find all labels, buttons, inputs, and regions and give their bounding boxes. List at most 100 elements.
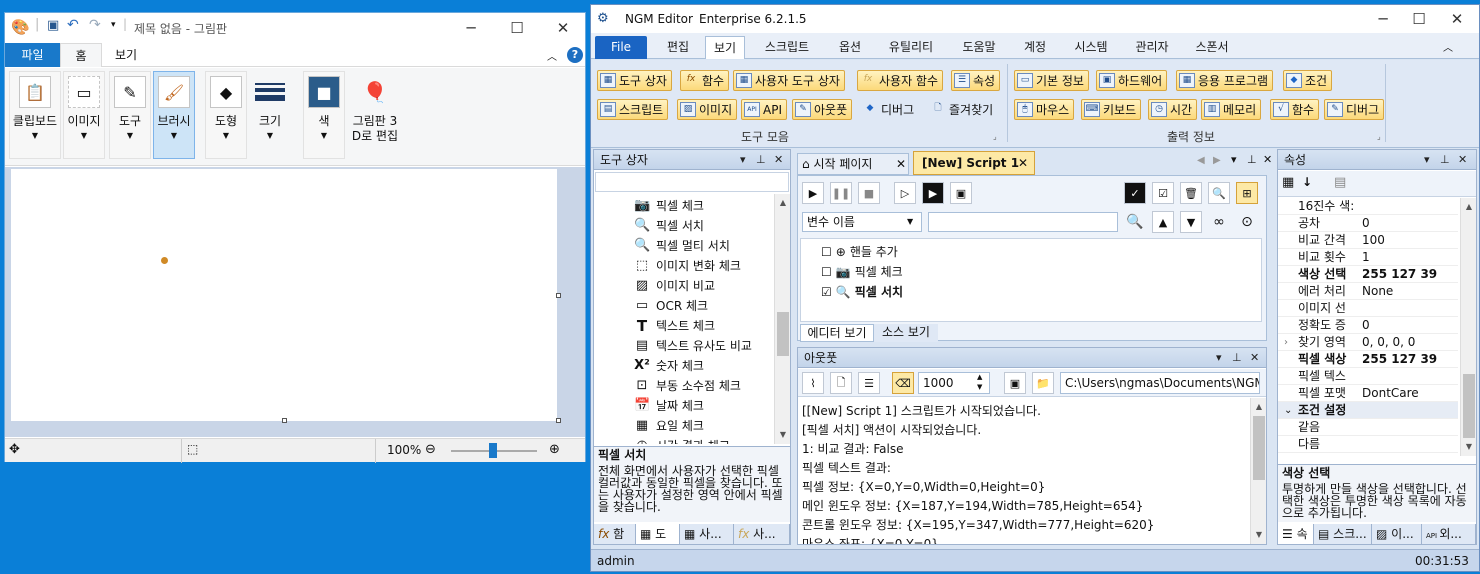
tab-file[interactable]: 파일 (5, 43, 60, 67)
zoom-icon[interactable]: 🔍 (1208, 182, 1230, 204)
resize-handle-right[interactable] (556, 293, 561, 298)
favorites-button[interactable]: 🗋 즐겨찾기 (927, 99, 998, 120)
properties-bottom-tab[interactable]: ☰ 속 (1278, 524, 1314, 544)
menu-utility[interactable]: 유틸리티 (879, 36, 943, 59)
eraser-icon[interactable]: ⌫ (892, 372, 914, 394)
toolbox-item[interactable]: 📅 날짜 체크 (634, 396, 704, 416)
output-dropdown-icon[interactable]: ▾ (1216, 348, 1222, 368)
menu-view[interactable]: 보기 (705, 36, 745, 59)
properties-pin-icon[interactable]: ⊥ (1440, 150, 1450, 170)
close-start-tab-icon[interactable]: ✕ (896, 154, 906, 174)
toolbox-item[interactable]: ⬚ 이미지 변화 체크 (634, 256, 741, 276)
toolbox-bottom-tab[interactable]: ▦ 사... (680, 524, 734, 544)
ngm-collapse-ribbon-icon[interactable]: ︿ (1443, 39, 1453, 54)
property-row[interactable]: 다름 (1278, 436, 1458, 453)
properties-close-icon[interactable]: ✕ (1458, 150, 1467, 170)
tab-start-page[interactable]: ⌂ 시작 페이지 ✕ (797, 153, 909, 175)
user-toolbox-button[interactable]: ▦ 사용자 도구 상자 (733, 70, 845, 91)
minimize-button[interactable]: ─ (449, 13, 493, 43)
toolbox-item[interactable]: T 텍스트 체크 (634, 316, 715, 336)
menu-account[interactable]: 계정 (1015, 36, 1055, 59)
property-row[interactable]: 이미지 선 (1278, 300, 1458, 317)
toolbox-bottom-tab[interactable]: fx 함 (594, 524, 636, 544)
maximize-button[interactable]: ☐ (495, 13, 539, 43)
resize-handle-corner[interactable] (556, 418, 561, 423)
hardware-button[interactable]: ▣ 하드웨어 (1096, 70, 1168, 91)
step-icon[interactable]: ▷ (894, 182, 916, 204)
clipboard-button[interactable]: 📋 클립보드 ▼ (9, 71, 61, 159)
output-save-icon[interactable]: ▣ (1004, 372, 1026, 394)
check-icon[interactable]: ☑ (1152, 182, 1174, 204)
property-row[interactable]: 공차 0 (1278, 215, 1458, 232)
toolbox-pin-icon[interactable]: ⊥ (756, 150, 766, 170)
condition-button[interactable]: ◆ 조건 (1283, 70, 1333, 91)
toolbox-item[interactable]: 📷 픽셀 체크 (634, 196, 704, 216)
ngm-close-button[interactable]: ✕ (1435, 5, 1479, 33)
resize-handle-bottom[interactable] (282, 418, 287, 423)
tab-right-icon[interactable]: ▶ (1213, 155, 1221, 166)
help-icon[interactable]: ? (567, 47, 583, 63)
close-script-tab-icon[interactable]: ✕ (1018, 152, 1028, 174)
basic-info-button[interactable]: ▭ 기본 정보 (1014, 70, 1089, 91)
zoom-slider-thumb[interactable] (489, 443, 497, 458)
zoom-in-icon[interactable]: ⊕ (549, 442, 560, 457)
toolbox-bottom-tab[interactable]: ▦ 도 (636, 524, 680, 544)
tab-editor-view[interactable]: 에디터 보기 (800, 324, 874, 342)
tab-source-view[interactable]: 소스 보기 (874, 324, 938, 342)
time-button[interactable]: ◷ 시간 (1148, 99, 1198, 120)
move-down-icon[interactable]: ▼ (1180, 211, 1202, 233)
output-clear-style-icon[interactable]: ⌇ (802, 372, 824, 394)
toolbox-item[interactable]: ▦ 요일 체크 (634, 416, 704, 436)
output-path-input[interactable]: C:\Users\ngmas\Documents\NGM6\ (1060, 372, 1260, 394)
toolbox-scrollbar[interactable]: ▲ ▼ (774, 194, 790, 444)
toolbox-dropdown-icon[interactable]: ▾ (740, 150, 746, 170)
property-row[interactable]: 비교 횟수 1 (1278, 249, 1458, 266)
output-list-icon[interactable]: ☰ (858, 372, 880, 394)
output-folder-icon[interactable]: 📁 (1032, 372, 1054, 394)
zoom-out-icon[interactable]: ⊖ (425, 442, 436, 457)
action-line[interactable]: ☐ 📷 픽셀 체크 (821, 263, 903, 280)
debug2-button[interactable]: ✎ 디버그 (1324, 99, 1385, 120)
property-category[interactable]: ⌄ 조건 설정 (1278, 402, 1458, 419)
tree-view-icon[interactable]: ⊞ (1236, 182, 1258, 204)
image-button[interactable]: ▭ 이미지 ▼ (63, 71, 105, 159)
categorized-icon[interactable]: ▦ (1282, 175, 1294, 190)
toolbox-search-input[interactable] (595, 172, 789, 192)
property-row[interactable]: 16진수 색: (1278, 198, 1458, 215)
property-row[interactable]: 픽셀 포맷 DontCare (1278, 385, 1458, 402)
property-row[interactable]: 픽셀 색상 255 127 39 (1278, 351, 1458, 368)
size-button[interactable]: 크기 ▼ (249, 71, 291, 159)
menu-file[interactable]: File (595, 36, 647, 59)
properties-bottom-tab[interactable]: ▨ 이... (1372, 524, 1422, 544)
app-button[interactable]: ▦ 응용 프로그램 (1176, 70, 1274, 91)
property-row[interactable]: 정확도 증0 (1278, 317, 1458, 334)
tab-pin-icon[interactable]: ⊥ (1247, 153, 1257, 166)
toolbox-item[interactable]: 🔍 픽셀 서치 (634, 216, 704, 236)
step-over-icon[interactable]: ▣ (950, 182, 972, 204)
script-button[interactable]: ▤ 스크립트 (597, 99, 669, 120)
function2-button[interactable]: √ 함수 (1270, 99, 1320, 120)
check-all-icon[interactable]: ✓ (1124, 182, 1146, 204)
property-row[interactable]: 픽셀 텍스 (1278, 368, 1458, 385)
properties-bottom-tab[interactable]: API 외... (1422, 524, 1476, 544)
output-pin-icon[interactable]: ⊥ (1232, 348, 1242, 368)
menu-help[interactable]: 도움말 (953, 36, 1005, 59)
keyboard-button[interactable]: ⌨ 키보드 (1081, 99, 1142, 120)
output-button[interactable]: ✎ 아웃풋 (792, 99, 853, 120)
mouse-button[interactable]: 🖱 마우스 (1014, 99, 1075, 120)
toolbox-item[interactable]: ▭ OCR 체크 (634, 296, 708, 316)
properties-dropdown-icon[interactable]: ▾ (1424, 150, 1430, 170)
search-icon[interactable]: 🔍 (1124, 211, 1146, 233)
api-button[interactable]: API API (741, 99, 787, 120)
step-into-icon[interactable]: ▶ (922, 182, 944, 204)
debug-button[interactable]: ◆ 디버그 (859, 99, 919, 120)
toolbox-item[interactable]: ▤ 텍스트 유사도 비교 (634, 336, 752, 356)
tab-home[interactable]: 홈 (60, 43, 102, 67)
menu-options[interactable]: 옵션 (829, 36, 871, 59)
toolbox-item[interactable]: ⊡ 부동 소수점 체크 (634, 376, 741, 396)
toolbox-item[interactable]: 🔍 픽셀 멀티 서치 (634, 236, 730, 256)
more-icon[interactable]: ⊙ (1236, 211, 1258, 233)
redo-icon[interactable]: ↷ (89, 17, 101, 33)
output-find-icon[interactable]: 🗋 (830, 372, 852, 394)
color-button[interactable]: ■ 색 ▼ (303, 71, 345, 159)
